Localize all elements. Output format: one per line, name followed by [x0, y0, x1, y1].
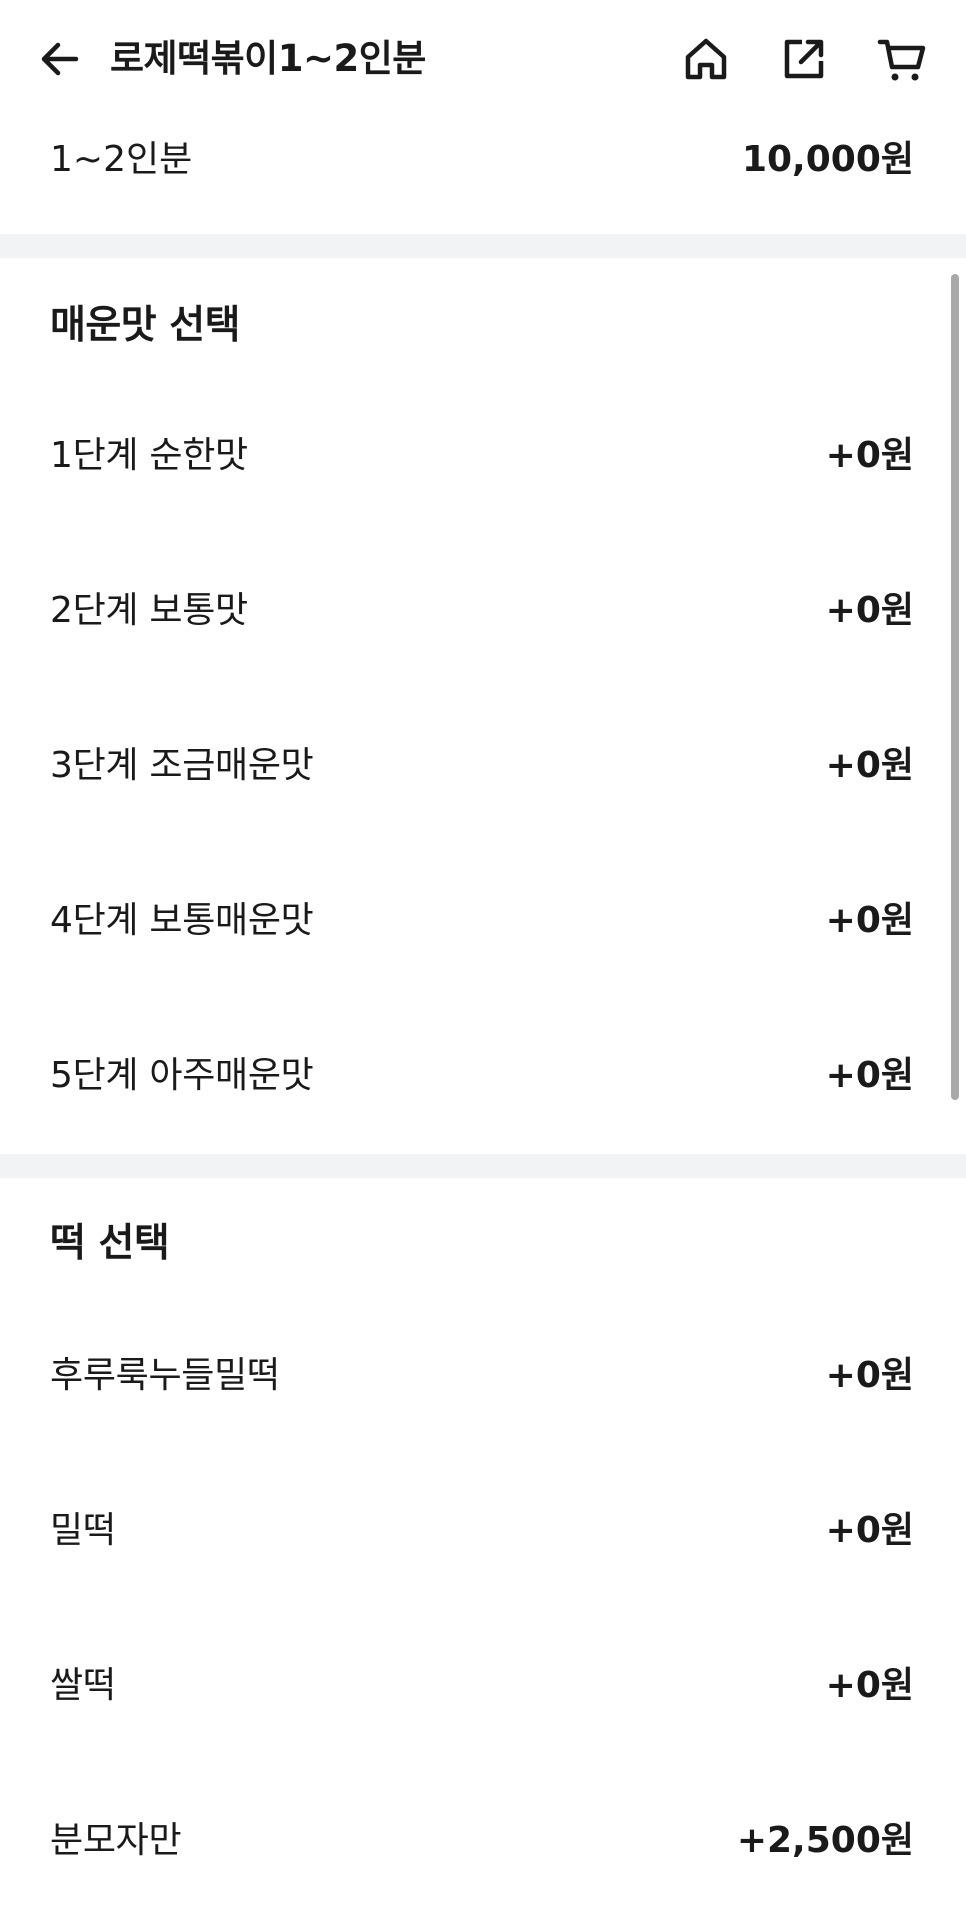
option-label: 후루룩누들밀떡 — [50, 1355, 280, 1396]
option-price: +0원 — [825, 590, 914, 631]
rice-cake-option[interactable]: 밀떡 +0원 — [0, 1483, 940, 1579]
option-price: +0원 — [825, 1665, 914, 1706]
scrollbar[interactable] — [951, 274, 959, 1100]
rice-cake-section-title: 떡 선택 — [50, 1221, 170, 1266]
page-title: 로제떡볶이1~2인분 — [110, 37, 426, 80]
section-divider — [0, 234, 966, 258]
option-price: +0원 — [825, 1055, 914, 1096]
cart-icon — [877, 39, 926, 81]
spice-option[interactable]: 3단계 조금매운맛 +0원 — [0, 718, 940, 814]
base-price: 10,000원 — [741, 139, 914, 180]
option-label: 2단계 보통맛 — [50, 590, 248, 631]
selected-size-summary: 1~2인분 10,000원 — [0, 118, 966, 234]
spice-option[interactable]: 2단계 보통맛 +0원 — [0, 563, 940, 659]
option-label: 3단계 조금매운맛 — [50, 745, 314, 786]
cart-button[interactable] — [870, 27, 934, 91]
spice-option[interactable]: 1단계 순한맛 +0원 — [0, 408, 940, 504]
option-label: 5단계 아주매운맛 — [50, 1055, 314, 1096]
home-button[interactable] — [674, 27, 738, 91]
option-page: 로제떡볶이1~2인분 1~2인분 10,000원 매운맛 선택 1단계 순한맛 … — [0, 0, 966, 1908]
option-label: 분모자만 — [50, 1820, 182, 1861]
share-icon — [784, 39, 824, 79]
rice-cake-option[interactable]: 쌀떡 +0원 — [0, 1638, 940, 1734]
option-price: +0원 — [825, 435, 914, 476]
option-price: +0원 — [825, 1510, 914, 1551]
spice-section-title: 매운맛 선택 — [50, 303, 240, 348]
share-button[interactable] — [772, 27, 836, 91]
option-label: 4단계 보통매운맛 — [50, 900, 314, 941]
header: 로제떡볶이1~2인분 — [0, 0, 966, 118]
option-label: 쌀떡 — [50, 1665, 116, 1706]
option-label: 1단계 순한맛 — [50, 435, 248, 476]
option-price: +0원 — [825, 745, 914, 786]
size-label: 1~2인분 — [50, 139, 193, 180]
spice-option[interactable]: 4단계 보통매운맛 +0원 — [0, 873, 940, 969]
spice-option[interactable]: 5단계 아주매운맛 +0원 — [0, 1028, 940, 1124]
home-icon — [685, 38, 727, 80]
option-price: +2,500원 — [736, 1820, 914, 1861]
rice-cake-option[interactable]: 분모자만 +2,500원 — [0, 1793, 940, 1889]
option-price: +0원 — [825, 900, 914, 941]
option-price: +0원 — [825, 1355, 914, 1396]
rice-cake-option[interactable]: 후루룩누들밀떡 +0원 — [0, 1328, 940, 1424]
back-button[interactable] — [28, 27, 92, 91]
arrow-left-icon — [41, 42, 79, 76]
section-divider — [0, 1154, 966, 1178]
option-label: 밀떡 — [50, 1510, 116, 1551]
